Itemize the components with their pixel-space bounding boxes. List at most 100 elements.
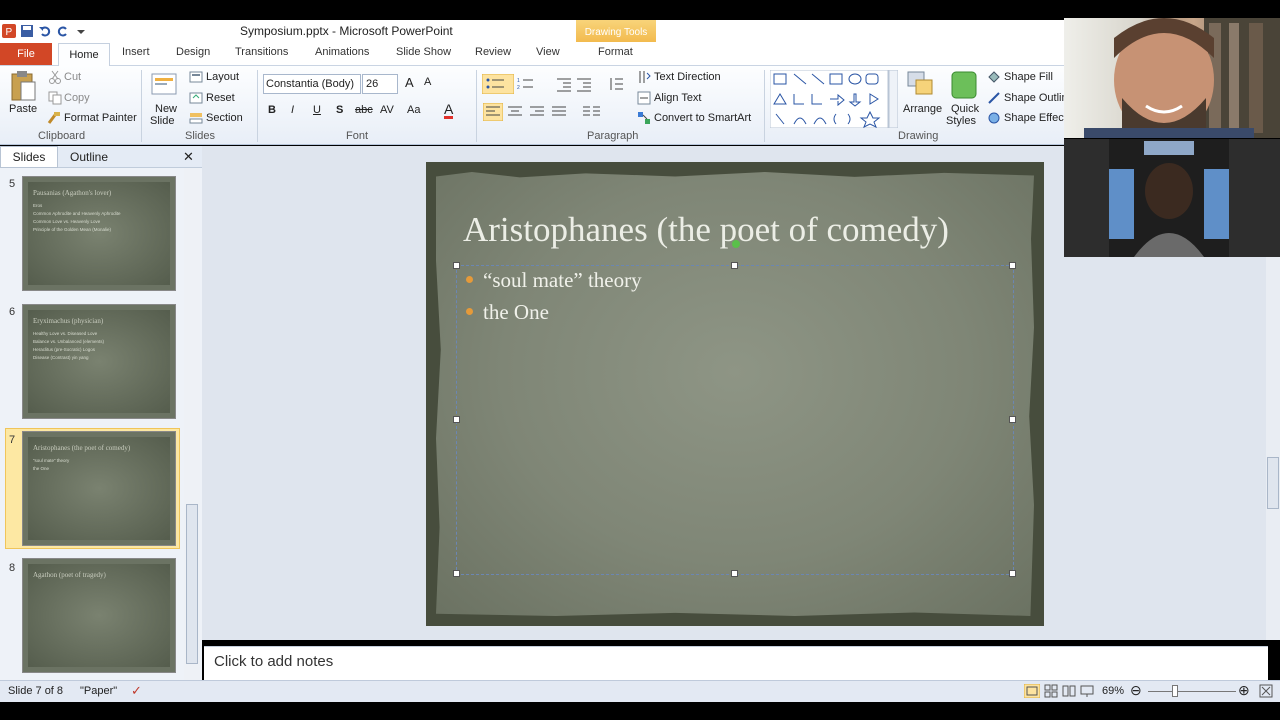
bullets-icon[interactable] [482, 74, 514, 94]
copy-icon[interactable] [48, 91, 62, 105]
tab-slides[interactable]: Slides [0, 146, 58, 168]
align-text-button[interactable]: Align Text [654, 92, 702, 104]
quick-styles-icon[interactable] [950, 70, 978, 100]
paste-button[interactable]: Paste [9, 103, 37, 115]
layout-icon[interactable] [189, 70, 203, 84]
undo-icon[interactable] [38, 24, 52, 38]
tab-animations[interactable]: Animations [315, 46, 369, 58]
new-slide-button[interactable]: New [155, 103, 177, 115]
zoom-level[interactable]: 69% [1102, 685, 1124, 697]
section-button[interactable]: Section [206, 112, 243, 124]
layout-button[interactable]: Layout [206, 71, 239, 83]
shrink-font-icon[interactable]: A [424, 76, 431, 88]
notes-pane[interactable]: Click to add notes [204, 646, 1268, 680]
shape-outline-icon[interactable] [987, 91, 1001, 105]
change-case-icon[interactable]: Aa [407, 104, 420, 116]
quick-styles-button-line2[interactable]: Styles [946, 115, 976, 127]
resize-handle[interactable] [731, 570, 738, 577]
redo-icon[interactable] [56, 24, 70, 38]
font-size-select[interactable]: 26 [362, 74, 398, 94]
tab-review[interactable]: Review [475, 46, 511, 58]
slide-thumbnail-6[interactable]: Eryximachus (physician) Healthy Love vs.… [22, 304, 176, 419]
slide-sorter-icon[interactable] [1044, 684, 1058, 698]
resize-handle[interactable] [731, 262, 738, 269]
new-slide-icon[interactable] [150, 70, 180, 100]
slide[interactable]: Aristophanes (the poet of comedy) “soul … [426, 162, 1044, 626]
reset-button[interactable]: Reset [206, 92, 235, 104]
shape-fill-button[interactable]: Shape Fill [1004, 71, 1053, 83]
scroll-thumb[interactable] [1267, 457, 1279, 509]
shadow-icon[interactable]: S [336, 104, 343, 116]
section-icon[interactable] [189, 111, 203, 125]
canvas-scrollbar[interactable] [1266, 257, 1280, 640]
character-spacing-icon[interactable]: AV [380, 104, 394, 116]
copy-button[interactable]: Copy [64, 92, 90, 104]
save-icon[interactable] [20, 24, 34, 38]
slides-panel-scrollbar[interactable] [184, 168, 200, 680]
scroll-thumb[interactable] [186, 504, 198, 664]
zoom-out-icon[interactable]: ⊖ [1130, 682, 1142, 699]
grow-font-icon[interactable]: A [405, 75, 414, 90]
resize-handle[interactable] [453, 416, 460, 423]
spellcheck-icon[interactable]: ✓ [131, 683, 142, 699]
reset-icon[interactable] [189, 91, 203, 105]
strikethrough-icon[interactable]: abc [355, 104, 373, 116]
align-left-icon[interactable] [483, 103, 503, 121]
tab-outline[interactable]: Outline [70, 150, 108, 164]
convert-smartart-button[interactable]: Convert to SmartArt [654, 112, 751, 124]
slide-thumbnail-7[interactable]: Aristophanes (the poet of comedy) “soul … [22, 431, 176, 546]
numbering-icon[interactable]: 12 [516, 76, 534, 92]
resize-handle[interactable] [1009, 570, 1016, 577]
resize-handle[interactable] [1009, 262, 1016, 269]
tab-insert[interactable]: Insert [122, 46, 150, 58]
rotate-handle[interactable] [732, 240, 740, 248]
text-direction-icon[interactable] [637, 70, 651, 84]
line-spacing-icon[interactable] [608, 76, 624, 92]
normal-view-icon[interactable] [1024, 684, 1040, 698]
cut-button[interactable]: Cut [64, 71, 81, 83]
tab-view[interactable]: View [536, 46, 560, 58]
slide-title[interactable]: Aristophanes (the poet of comedy) [463, 210, 949, 250]
font-color-icon[interactable]: A [444, 102, 454, 119]
decrease-indent-icon[interactable] [556, 76, 572, 92]
resize-handle[interactable] [453, 570, 460, 577]
tab-file[interactable]: File [0, 43, 52, 65]
slide-thumbnail-8[interactable]: Agathon (poet of tragedy) [22, 558, 176, 673]
notes-placeholder[interactable]: Click to add notes [214, 653, 333, 670]
arrange-icon[interactable] [906, 70, 938, 100]
quick-styles-button[interactable]: Quick [951, 103, 979, 115]
tab-design[interactable]: Design [176, 46, 210, 58]
zoom-slider[interactable] [1148, 691, 1236, 692]
increase-indent-icon[interactable] [576, 76, 592, 92]
shape-effects-icon[interactable] [987, 111, 1001, 125]
smartart-icon[interactable] [637, 111, 651, 125]
text-direction-button[interactable]: Text Direction [654, 71, 721, 83]
shape-fill-icon[interactable] [987, 70, 1001, 84]
close-panel-icon[interactable]: ✕ [183, 149, 194, 165]
tab-home[interactable]: Home [58, 43, 110, 67]
underline-icon[interactable]: U [313, 104, 321, 116]
columns-icon[interactable] [582, 104, 602, 120]
arrange-button[interactable]: Arrange [903, 103, 942, 115]
new-slide-button-line2[interactable]: Slide [150, 115, 174, 127]
align-right-icon[interactable] [529, 104, 545, 120]
italic-icon[interactable]: I [291, 104, 294, 116]
content-placeholder-selection[interactable] [453, 240, 1016, 577]
zoom-slider-thumb[interactable] [1172, 685, 1178, 697]
justify-icon[interactable] [551, 104, 567, 120]
bold-icon[interactable]: B [268, 104, 276, 116]
align-center-icon[interactable] [507, 104, 523, 120]
tab-transitions[interactable]: Transitions [235, 46, 288, 58]
tab-format[interactable]: Format [598, 46, 633, 58]
format-painter-button[interactable]: Format Painter [64, 112, 137, 124]
font-name-select[interactable]: Constantia (Body) [263, 74, 361, 94]
resize-handle[interactable] [453, 262, 460, 269]
fit-to-window-icon[interactable] [1259, 684, 1273, 698]
format-painter-icon[interactable] [47, 111, 61, 125]
resize-handle[interactable] [1009, 416, 1016, 423]
slide-show-icon[interactable] [1080, 684, 1094, 698]
shape-effects-button[interactable]: Shape Effects [1004, 112, 1072, 124]
zoom-in-icon[interactable]: ⊕ [1238, 682, 1250, 699]
reading-view-icon[interactable] [1062, 684, 1076, 698]
tab-slide-show[interactable]: Slide Show [396, 46, 451, 58]
